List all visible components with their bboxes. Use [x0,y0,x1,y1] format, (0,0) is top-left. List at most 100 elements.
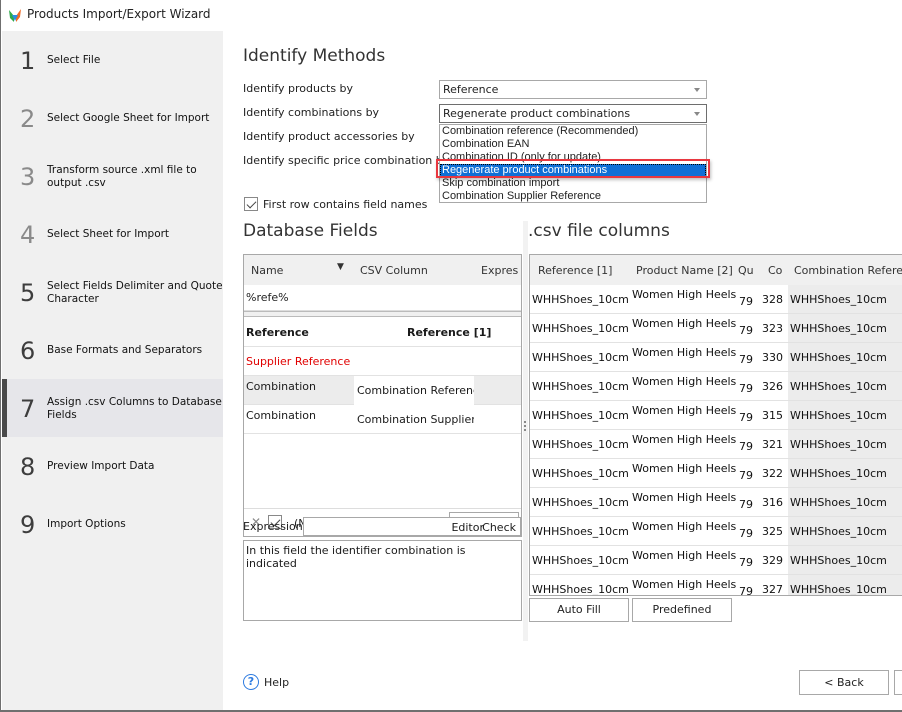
table-cell: 315 [762,409,783,422]
column-header[interactable]: Reference [1] [538,264,612,277]
csv-column-value[interactable]: Combination Referenc [354,376,474,405]
table-cell: WHHShoes_10cm [790,293,887,306]
table-cell: 323 [762,322,783,335]
step-select-delimiter[interactable]: 5 Select Fields Delimiter and Quote Char… [2,263,223,321]
step-number: 6 [20,337,36,365]
table-row[interactable]: WHHShoes_10cm Women High Heels 79 327 WHHSho… [530,575,902,596]
step-number: 5 [20,279,36,307]
table-cell: WHHShoes_10cm [532,496,629,509]
table-row[interactable]: WHHShoes_10cm Women High Heels 79 329 WHHSho… [530,546,902,575]
table-cell: Women High Heels [632,462,737,475]
field-name: Supplier Reference [246,355,351,368]
csv-column-value[interactable] [354,354,474,376]
step-label: Select File [47,54,101,66]
first-row-checkbox-label: First row contains field names [263,198,428,211]
identify-products-label: Identify products by [243,82,354,95]
step-select-google-sheet[interactable]: 2 Select Google Sheet for Import [2,89,223,147]
panel-splitter[interactable] [523,221,528,641]
check-link[interactable]: Check [482,521,516,534]
csv-column-value[interactable]: Reference [1] [404,318,524,340]
step-label: Assign .csv Columns to Database Fields [47,396,222,421]
grid-header: Reference [1] Product Name [2] Qu Co Com… [530,255,902,285]
column-header[interactable]: Co [768,264,782,277]
table-cell: WHHShoes_10cm [790,322,887,335]
expression-input[interactable]: Editor Check [303,517,521,536]
auto-filter-row[interactable]: %refe% [244,285,521,311]
table-cell: 79 [739,440,753,453]
table-cell: WHHShoes_10cm [790,496,887,509]
step-number: 1 [20,47,36,75]
dropdown-option[interactable]: Combination EAN [440,138,706,151]
table-row[interactable]: WHHShoes_10cm Women High Heels 79 321 WHHSho… [530,430,902,459]
identify-products-select[interactable]: Reference [439,80,707,99]
dropdown-option[interactable]: Combination Supplier Reference [440,190,706,203]
table-cell: WHHShoes_10cm [790,351,887,364]
table-cell: 79 [739,469,753,482]
table-cell: 327 [762,583,783,596]
step-assign-columns[interactable]: 7 Assign .csv Columns to Database Fields [2,379,223,437]
step-label: Select Google Sheet for Import [47,112,210,124]
table-cell: Women High Heels [632,317,737,330]
first-row-checkbox[interactable] [244,197,258,211]
filter-value: %refe% [246,291,289,304]
table-row[interactable]: Combination Combination Supplier [244,405,521,434]
table-row[interactable]: WHHShoes_10cm Women High Heels 79 326 WHHSho… [530,372,902,401]
table-cell: Women High Heels [632,346,737,359]
dropdown-option[interactable]: Combination ID (only for update) [440,151,706,164]
identify-combinations-select[interactable]: Regenerate product combinations [439,104,707,123]
active-step-indicator [2,379,7,437]
chevron-down-icon [694,88,700,92]
table-cell: 321 [762,438,783,451]
csv-column-value[interactable]: Combination Supplier [354,405,474,434]
step-number: 7 [20,395,36,423]
column-header[interactable]: Qu [738,264,754,277]
step-number: 2 [20,105,36,133]
field-description-box: In this field the identifier combination… [243,540,522,621]
back-button[interactable]: < Back [799,670,889,695]
splitter-grip-icon [524,421,526,431]
table-cell: WHHShoes_10cm [790,409,887,422]
column-header-name[interactable]: Name [251,264,283,277]
table-row[interactable]: WHHShoes_10cm Women High Heels 79 323 WHHSho… [530,314,902,343]
table-row[interactable]: WHHShoes_10cm Women High Heels 79 315 WHHSho… [530,401,902,430]
filter-icon[interactable]: ▼ [337,262,344,272]
table-cell: 79 [739,411,753,424]
step-select-sheet[interactable]: 4 Select Sheet for Import [2,205,223,263]
table-cell: 79 [739,556,753,569]
dropdown-option[interactable]: Combination reference (Recommended) [440,125,706,138]
auto-fill-button[interactable]: Auto Fill [529,598,629,622]
table-cell: 322 [762,467,783,480]
predefined-button[interactable]: Predefined [632,598,732,622]
next-button[interactable] [894,670,902,695]
table-cell: 328 [762,293,783,306]
table-row[interactable]: Reference Reference [1] [244,318,521,347]
table-cell: 316 [762,496,783,509]
database-fields-grid: Name ▼ CSV Column Expres %refe% Referenc… [243,254,522,537]
field-name: Combination [246,380,316,393]
grid-header: Name ▼ CSV Column Expres [244,255,521,285]
table-cell: Women High Heels [632,288,737,301]
column-header-csv-column[interactable]: CSV Column [360,264,428,277]
column-header[interactable]: Combination Referen [794,264,902,277]
table-row[interactable]: Supplier Reference [244,347,521,376]
step-transform-xml[interactable]: 3 Transform source .xml file to output .… [2,147,223,205]
step-import-options[interactable]: 9 Import Options [2,495,223,553]
identify-specific-price-label: Identify specific price combination by [243,154,450,167]
table-row[interactable]: WHHShoes_10cm Women High Heels 79 316 WHHSho… [530,488,902,517]
column-header-expression[interactable]: Expres [481,264,518,277]
table-row[interactable]: WHHShoes_10cm Women High Heels 79 322 WHHSho… [530,459,902,488]
dropdown-option-selected[interactable]: Regenerate product combinations [440,164,706,177]
step-select-file[interactable]: 1 Select File [2,31,223,89]
step-preview-import[interactable]: 8 Preview Import Data [2,437,223,495]
step-label: Base Formats and Separators [47,344,203,356]
table-cell: WHHShoes_10cm [790,583,887,596]
table-row[interactable]: WHHShoes_10cm Women High Heels 79 328 WHHSho… [530,285,902,314]
table-row[interactable]: WHHShoes_10cm Women High Heels 79 330 WHHSho… [530,343,902,372]
table-row[interactable]: WHHShoes_10cm Women High Heels 79 325 WHHSho… [530,517,902,546]
table-row[interactable]: Combination Combination Referenc [244,376,521,405]
step-label: Transform source .xml file to output .cs… [47,164,197,189]
step-base-formats[interactable]: 6 Base Formats and Separators [2,321,223,379]
dropdown-option[interactable]: Skip combination import [440,177,706,190]
editor-link[interactable]: Editor [451,521,484,534]
column-header[interactable]: Product Name [2] [636,264,733,277]
